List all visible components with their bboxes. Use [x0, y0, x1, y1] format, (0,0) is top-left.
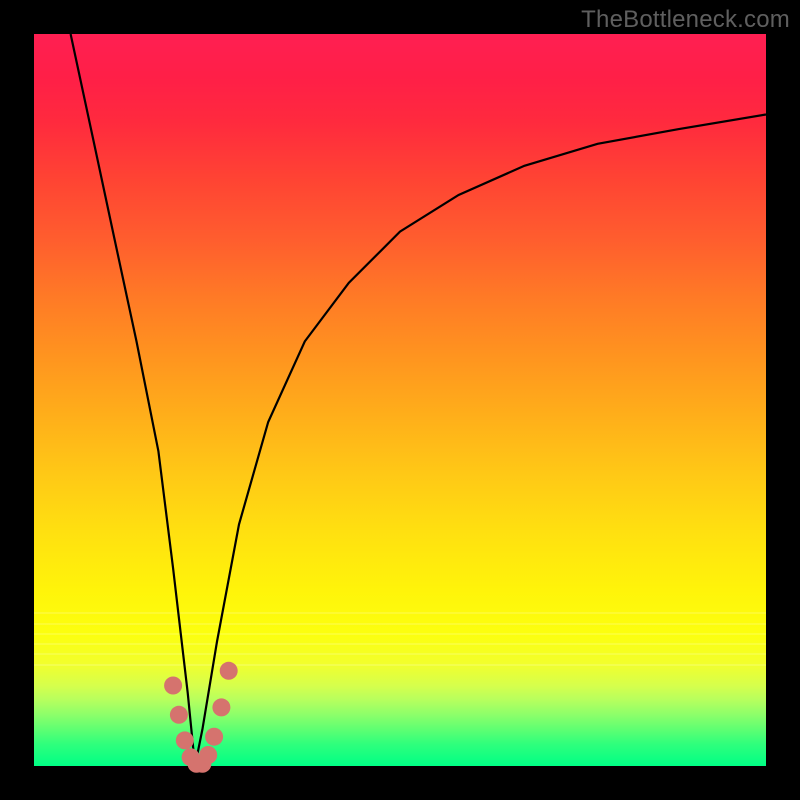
- highlight-dot: [220, 662, 238, 680]
- curve-path: [71, 34, 766, 766]
- highlight-dot: [205, 728, 223, 746]
- chart-frame: TheBottleneck.com: [0, 0, 800, 800]
- highlight-dot: [176, 731, 194, 749]
- highlight-dot: [199, 746, 217, 764]
- bottleneck-curve: [34, 34, 766, 766]
- highlight-dots: [164, 662, 238, 773]
- highlight-dot: [164, 677, 182, 695]
- highlight-dot: [170, 706, 188, 724]
- highlight-dot: [212, 698, 230, 716]
- watermark-label: TheBottleneck.com: [581, 6, 790, 34]
- plot-area: [34, 34, 766, 766]
